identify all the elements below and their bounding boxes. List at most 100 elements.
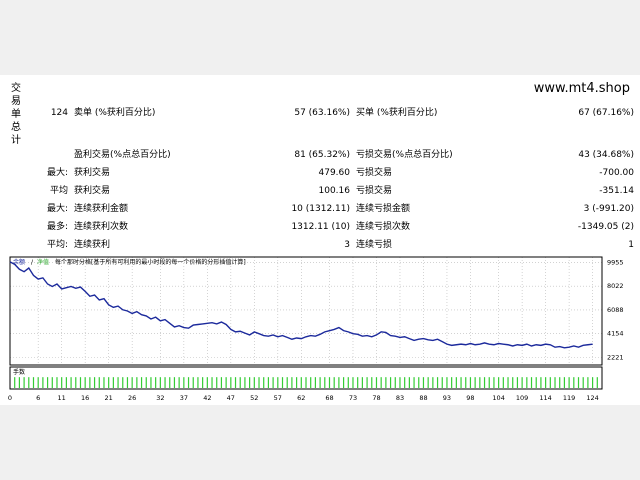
volume-bar (89, 377, 91, 388)
volume-bar (559, 377, 561, 388)
legend-equity: 净值 (37, 258, 49, 266)
volume-bar (103, 377, 105, 388)
x-tick-label: 98 (466, 394, 474, 402)
volume-bar (441, 377, 443, 388)
avg-consec-wins-label: 连续获利 (74, 240, 111, 250)
max-consec-losses-value: 3 (-991.20) (583, 204, 634, 214)
volume-bar (300, 377, 302, 388)
volume-bar (338, 377, 340, 388)
volume-bar (568, 377, 570, 388)
max-consec-profit-value: 1312.11 (10) (291, 222, 350, 232)
volume-bar (305, 377, 307, 388)
volume-bar (23, 377, 25, 388)
volume-bar (521, 377, 523, 388)
max-consec-wins-value: 10 (1312.11) (291, 204, 350, 214)
main-plot-frame (9, 256, 603, 366)
volume-bar (42, 377, 44, 388)
volume-bar (502, 377, 504, 388)
volume-bar (465, 377, 467, 388)
avg-consec-wins-value: 3 (344, 240, 350, 250)
volume-bar (479, 377, 481, 388)
volume-bar (253, 377, 255, 388)
y-tick-label: 2221 (607, 353, 624, 361)
x-tick-label: 83 (396, 394, 404, 402)
x-tick-label: 47 (227, 394, 235, 402)
volume-bar (352, 377, 354, 388)
max-consec-profit-label: 连续获利次数 (74, 222, 129, 232)
y-axis-ticks: 9955 8022 6088 4154 2221 (607, 258, 624, 361)
volume-bar (159, 377, 161, 388)
side-label-char: 易 (11, 96, 21, 107)
avg-consec-prefix: 平均: (46, 240, 68, 250)
total-trades-value: 124 (50, 108, 68, 118)
volume-bar (427, 377, 429, 388)
volume-bar (451, 377, 453, 388)
top-background (0, 0, 640, 75)
volume-bar (592, 377, 594, 388)
x-tick-label: 68 (325, 394, 333, 402)
volume-bar (554, 377, 556, 388)
x-tick-label: 114 (539, 394, 551, 402)
volume-bar (455, 377, 457, 388)
volume-bar (596, 377, 598, 388)
max-consec-loss-value: -1349.05 (2) (577, 222, 634, 232)
volume-bar (183, 377, 185, 388)
long-trades-value: 67 (67.16%) (578, 108, 634, 118)
volume-bar (399, 377, 401, 388)
volume-bar (418, 377, 420, 388)
volume-bar (56, 377, 58, 388)
volume-bar (225, 377, 227, 388)
x-tick-label: 11 (58, 394, 66, 402)
volume-bar (296, 377, 298, 388)
volume-bar (366, 377, 368, 388)
volume-bar (65, 377, 67, 388)
short-trades-value: 57 (63.16%) (294, 108, 350, 118)
y-tick-label: 9955 (607, 258, 624, 266)
volume-bar (14, 377, 16, 388)
volume-bar (32, 377, 35, 388)
volume-bar (498, 377, 500, 388)
volume-bar (380, 377, 382, 388)
volume-bar (164, 377, 166, 388)
volume-bar (244, 377, 246, 388)
volume-bar (140, 377, 143, 388)
volume-bar (93, 377, 96, 388)
volume-bar (342, 377, 345, 388)
volume-bar (61, 377, 63, 388)
volume-bar (187, 377, 190, 388)
volume-bar (333, 377, 335, 388)
side-label-char: 计 (11, 135, 21, 146)
side-label-char: 交 (11, 83, 21, 94)
side-label-char: 总 (11, 122, 21, 133)
volume-bar (436, 377, 439, 388)
x-tick-label: 119 (563, 394, 575, 402)
legend-description: 每个那时分格[基于所有可利用的最小时段的每一个价格的分形插值计算] (55, 258, 246, 266)
x-axis-ticks: 0 6 11 16 21 26 32 37 42 47 52 57 62 68 73 78 83 88 93 98 10… (8, 394, 599, 402)
largest-profit-value: 479.60 (318, 168, 351, 178)
volume-bar (535, 377, 537, 388)
max-consec-losses-label: 连续亏损金额 (356, 204, 411, 214)
watermark-text: www.mt4.shop (533, 81, 630, 96)
volume-bar (178, 377, 180, 388)
loss-trades-label: 亏损交易(%点总百分比) (356, 150, 453, 160)
volume-bar (197, 377, 199, 388)
volume-bar (389, 377, 392, 388)
short-trades-label: 卖单 (%获利百分比) (74, 108, 156, 118)
volume-bar (70, 377, 72, 388)
volume-bar (98, 377, 100, 388)
profit-trades-value: 81 (65.32%) (294, 150, 350, 160)
profit-trades-label: 盈利交易(%点总百分比) (74, 150, 171, 160)
volume-bar (512, 377, 514, 388)
volume-bar (408, 377, 410, 388)
volume-bar (422, 377, 425, 388)
x-tick-label: 78 (372, 394, 380, 402)
volume-bar (216, 377, 218, 388)
volume-bar (145, 377, 147, 388)
volume-bar (206, 377, 208, 388)
legend-separator: / (31, 259, 34, 266)
volume-bar (18, 377, 20, 388)
volume-bar (277, 377, 279, 388)
largest-loss-value: -700.00 (599, 168, 634, 178)
volume-bar (239, 377, 241, 388)
x-tick-label: 26 (128, 394, 136, 402)
